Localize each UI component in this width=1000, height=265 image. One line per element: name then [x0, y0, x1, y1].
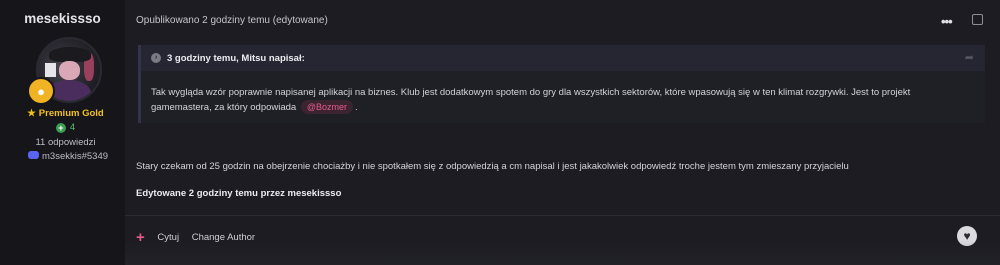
- plus-icon: +: [55, 123, 66, 133]
- post-content: Stary czekam od 25 godzin na obejrzenie …: [136, 161, 849, 172]
- reply-count: 11 odpowiedzi: [35, 137, 96, 148]
- rank-label: ★ Premium Gold: [27, 108, 104, 119]
- quote-header: › 3 godziny temu, Mitsu napisał: ➦: [141, 45, 985, 71]
- quote-body: Tak wygląda wzór poprawnie napisanej apl…: [151, 87, 911, 114]
- avatar-hat: [49, 47, 91, 62]
- reputation: +4: [0, 122, 131, 133]
- edited-note: Edytowane 2 godziny temu przez mesekisss…: [136, 188, 342, 199]
- mention-link[interactable]: @Bozmer: [300, 100, 354, 114]
- author-sidebar: mesekissso ● ★ Premium Gold +4 11 odpowie…: [0, 0, 125, 265]
- author-username[interactable]: mesekissso: [0, 11, 125, 26]
- quote-arrow-icon: ›: [151, 53, 161, 63]
- divider: [125, 215, 1000, 216]
- forum-post: mesekissso ● ★ Premium Gold +4 11 odpowie…: [0, 0, 1000, 265]
- discord-icon: [28, 151, 39, 159]
- lightbulb-badge-icon: ●: [27, 77, 55, 105]
- more-options-icon[interactable]: •••: [941, 14, 953, 29]
- star-icon: ★: [27, 108, 36, 119]
- discord-handle: m3sekkis#5349: [28, 151, 108, 162]
- background-texture: [125, 240, 1000, 265]
- quote-block: › 3 godziny temu, Mitsu napisał: ➦ Tak w…: [138, 45, 985, 123]
- avatar-face: [59, 61, 80, 80]
- post-meta[interactable]: Opublikowano 2 godziny temu (edytowane): [136, 15, 328, 26]
- avatar-flag: [45, 63, 56, 77]
- quote-title[interactable]: 3 godziny temu, Mitsu napisał:: [167, 53, 305, 64]
- share-icon[interactable]: ➦: [965, 51, 974, 64]
- select-post-checkbox[interactable]: [972, 14, 983, 25]
